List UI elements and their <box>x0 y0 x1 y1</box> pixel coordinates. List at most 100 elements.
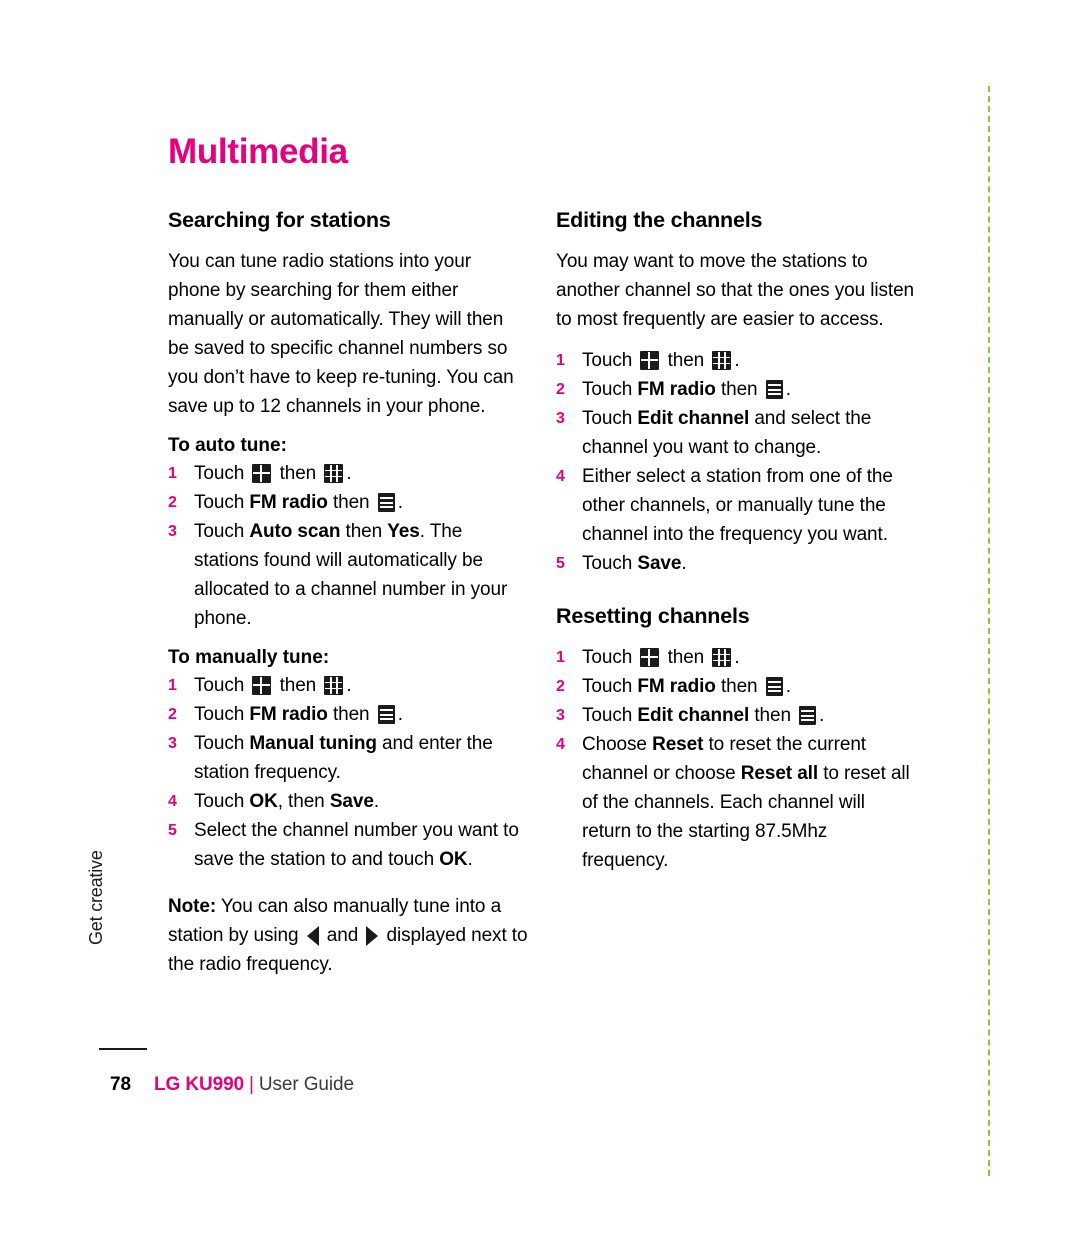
grid9-icon <box>712 351 732 370</box>
step-text-middle: then <box>327 704 375 725</box>
step-text-suffix: . <box>785 676 791 697</box>
step-number: 4 <box>556 468 565 485</box>
step-text-bold: FM radio <box>249 492 328 513</box>
step-text-bold: OK <box>249 791 278 812</box>
list-icon <box>765 677 783 696</box>
step-text-prefix: Touch <box>194 704 250 725</box>
step-number: 2 <box>556 381 565 398</box>
step-text-bold: Save <box>637 553 682 574</box>
step-text-middle: then <box>340 521 388 542</box>
step-number: 5 <box>168 822 177 839</box>
step-number: 1 <box>556 352 565 369</box>
step-number: 4 <box>556 736 565 753</box>
list-item: 5 Select the channel number you want to … <box>168 816 528 874</box>
step-text-bold-2: Yes <box>387 521 420 542</box>
step-number: 3 <box>556 410 565 427</box>
list-item: 2 Touch FM radio then . <box>168 488 528 517</box>
step-text-bold: FM radio <box>637 676 716 697</box>
list-item: 3 Touch Auto scan then Yes. The stations… <box>168 517 528 633</box>
step-text-bold-2: Reset all <box>740 763 819 784</box>
step-text-suffix: . <box>734 647 740 668</box>
step-text-bold: Manual tuning <box>249 733 377 754</box>
step-number: 4 <box>168 793 177 810</box>
step-text-prefix: Touch <box>582 676 638 697</box>
step-text-bold: Edit channel <box>637 705 750 726</box>
step-text-bold: FM radio <box>637 379 716 400</box>
grid9-icon <box>712 648 732 667</box>
step-number: 3 <box>168 735 177 752</box>
step-text-prefix: Either select a station from one of the … <box>582 466 893 545</box>
list-item: 2 Touch FM radio then . <box>556 375 916 404</box>
note-paragraph: Note: You can also manually tune into a … <box>168 892 528 979</box>
step-text-suffix: . <box>397 492 403 513</box>
editing-intro-paragraph: You may want to move the stations to ano… <box>556 251 915 330</box>
list-item: 4 Choose Reset to reset the current chan… <box>556 730 916 875</box>
step-text-prefix: Touch <box>582 408 638 429</box>
list-icon <box>799 706 817 725</box>
step-text-suffix: . <box>373 791 379 812</box>
step-text-prefix: Touch <box>194 791 250 812</box>
section-tab-rule <box>99 1048 147 1050</box>
section-heading-searching: Searching for stations <box>168 208 391 232</box>
list-icon <box>377 493 395 512</box>
step-text-bold: Reset <box>652 734 704 755</box>
step-text-suffix: . <box>819 705 825 726</box>
list-item: 1 Touch then . <box>168 671 528 700</box>
step-number: 1 <box>168 677 177 694</box>
step-text-middle: then <box>749 705 797 726</box>
step-number: 2 <box>556 678 565 695</box>
step-text-middle: then <box>715 676 763 697</box>
step-text-middle: then <box>662 350 710 371</box>
manual-tune-steps: 1 Touch then . 2 Touch FM radio then . 3… <box>168 671 528 874</box>
page-edge-rule <box>988 86 990 1176</box>
list-icon <box>765 380 783 399</box>
step-text-middle: then <box>662 647 710 668</box>
step-text-prefix: Touch <box>582 705 638 726</box>
list-item: 4 Either select a station from one of th… <box>556 462 916 549</box>
section-heading-resetting: Resetting channels <box>556 604 750 628</box>
step-text-bold-2: Save <box>329 791 374 812</box>
step-text-prefix: Touch <box>582 647 638 668</box>
grid9-icon <box>324 676 344 695</box>
searching-intro-paragraph: You can tune radio stations into your ph… <box>168 251 514 417</box>
list-item: 3 Touch Edit channel then . <box>556 701 916 730</box>
left-column: Searching for stations You can tune radi… <box>168 208 528 991</box>
step-text-suffix: . <box>734 350 740 371</box>
grid4-icon <box>640 351 660 370</box>
triangle-left-icon <box>306 926 319 946</box>
list-item: 3 Touch Manual tuning and enter the stat… <box>168 729 528 787</box>
note-text-2: and <box>321 925 364 946</box>
page-footer: 78 LG KU990 | User Guide <box>110 1074 354 1096</box>
footer-separator: | <box>249 1074 254 1095</box>
step-number: 1 <box>556 649 565 666</box>
section-tab-label: Get creative <box>86 850 106 945</box>
step-text-middle: then <box>715 379 763 400</box>
editing-steps: 1 Touch then . 2 Touch FM radio then . 3… <box>556 346 916 578</box>
list-icon <box>377 705 395 724</box>
list-item: 1 Touch then . <box>556 346 916 375</box>
step-text-prefix: Choose <box>582 734 653 755</box>
step-text-prefix: Touch <box>194 733 250 754</box>
grid4-icon <box>640 648 660 667</box>
step-text-suffix: . <box>346 463 352 484</box>
step-text-bold: Edit channel <box>637 408 750 429</box>
right-column: Editing the channels You may want to mov… <box>556 208 916 875</box>
list-item: 1 Touch then . <box>168 459 528 488</box>
list-item: 2 Touch FM radio then . <box>556 672 916 701</box>
step-text-prefix: Touch <box>194 675 250 696</box>
step-text-suffix: . <box>681 553 687 574</box>
list-item: 3 Touch Edit channel and select the chan… <box>556 404 916 462</box>
step-text-suffix: . <box>397 704 403 725</box>
auto-tune-steps: 1 Touch then . 2 Touch FM radio then . 3… <box>168 459 528 633</box>
step-text-middle: , then <box>277 791 330 812</box>
step-number: 5 <box>556 555 565 572</box>
step-text-prefix: Touch <box>194 463 250 484</box>
list-item: 5 Touch Save. <box>556 549 916 578</box>
step-text-suffix: . <box>785 379 791 400</box>
list-item: 1 Touch then . <box>556 643 916 672</box>
step-text-prefix: Touch <box>582 553 638 574</box>
step-text-prefix: Touch <box>194 521 250 542</box>
subheading-manual-tune: To manually tune: <box>168 647 330 668</box>
step-text-bold: OK <box>439 849 468 870</box>
step-text-middle: then <box>274 675 322 696</box>
